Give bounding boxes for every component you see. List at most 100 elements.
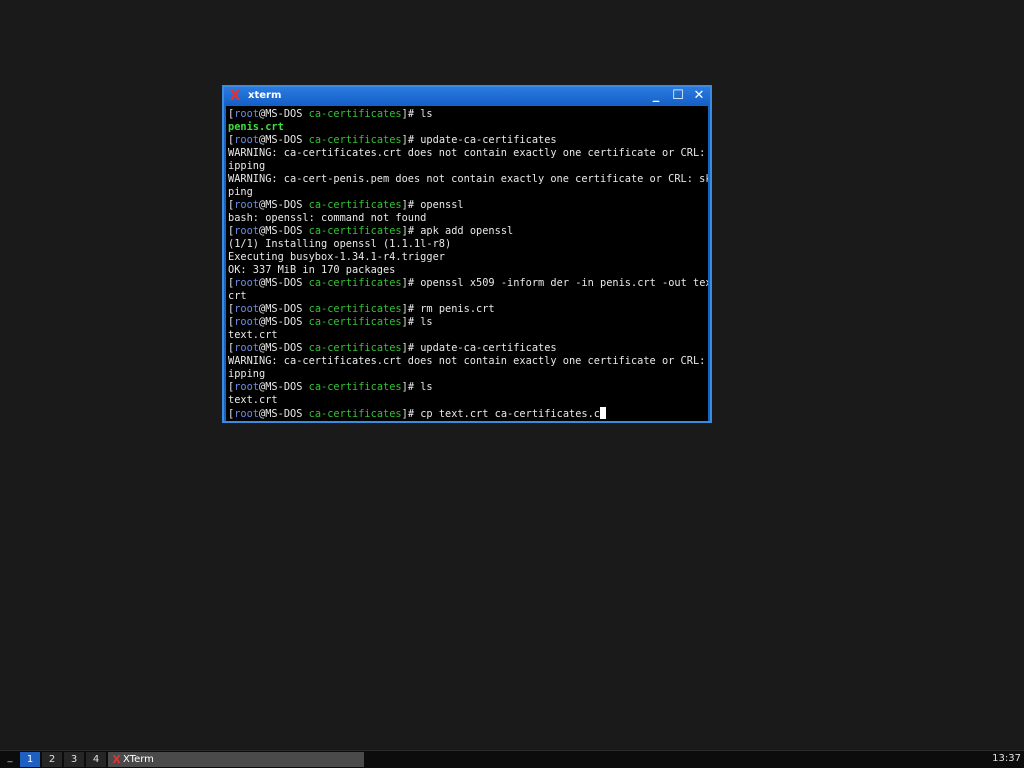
desktop-1-button[interactable]: 1 bbox=[20, 752, 40, 767]
task-label: XTerm bbox=[123, 754, 154, 765]
taskbar-task-xterm[interactable]: X XTerm bbox=[108, 752, 364, 767]
prompt-dir: ca-certificates bbox=[308, 342, 402, 354]
terminal-output-line: WARNING: ca-certificates.crt does not co… bbox=[228, 147, 708, 160]
prompt-symbol: ]# bbox=[401, 381, 415, 393]
desktop-3-button[interactable]: 3 bbox=[64, 752, 84, 767]
prompt-host: MS-DOS bbox=[265, 108, 303, 120]
prompt-command: cp text.crt ca-certificates.c bbox=[414, 408, 601, 420]
terminal-area[interactable]: [root@MS-DOS ca-certificates]# ls penis.c… bbox=[226, 106, 708, 421]
xterm-window[interactable]: X xterm _ ☐ ✕ [root@MS-DOS ca-certificat… bbox=[222, 85, 712, 423]
prompt-symbol: ]# bbox=[401, 199, 415, 211]
prompt-symbol: ]# bbox=[401, 108, 415, 120]
prompt-symbol: ]# bbox=[401, 303, 415, 315]
output-text: WARNING: ca-cert-penis.pem does not cont… bbox=[228, 173, 708, 185]
prompt-user: root bbox=[234, 277, 260, 289]
prompt-command: openssl x509 -inform der -in penis.crt -… bbox=[414, 277, 708, 289]
prompt-symbol: ]# bbox=[401, 342, 415, 354]
clock: 13:37 bbox=[992, 753, 1021, 764]
prompt-symbol: ]# bbox=[401, 134, 415, 146]
xterm-task-icon: X bbox=[112, 753, 121, 766]
terminal-prompt-line: [root@MS-DOS ca-certificates]# update-ca… bbox=[228, 342, 708, 355]
taskbar: _ 1 2 3 4 X XTerm 13:37 bbox=[0, 750, 1024, 768]
prompt-dir: ca-certificates bbox=[308, 381, 402, 393]
terminal-output-line: penis.crt bbox=[228, 121, 708, 134]
prompt-user: root bbox=[234, 303, 260, 315]
prompt-host: MS-DOS bbox=[265, 199, 303, 211]
terminal-prompt-line: [root@MS-DOS ca-certificates]# openssl bbox=[228, 199, 708, 212]
terminal-output-line: ping bbox=[228, 186, 708, 199]
prompt-dir: ca-certificates bbox=[308, 134, 402, 146]
output-text: WARNING: ca-certificates.crt does not co… bbox=[228, 355, 708, 367]
terminal-prompt-line: [root@MS-DOS ca-certificates]# ls bbox=[228, 316, 708, 329]
output-text: ipping bbox=[228, 160, 266, 172]
minimize-button[interactable]: _ bbox=[648, 88, 664, 104]
close-button[interactable]: ✕ bbox=[691, 88, 707, 104]
output-text: (1/1) Installing openssl (1.1.1l-r8) bbox=[228, 238, 452, 250]
output-text: ping bbox=[228, 186, 253, 198]
prompt-user: root bbox=[234, 134, 260, 146]
prompt-host: MS-DOS bbox=[265, 342, 303, 354]
terminal-output-line: text.crt bbox=[228, 394, 708, 407]
terminal-output-line: text.crt bbox=[228, 329, 708, 342]
prompt-dir: ca-certificates bbox=[308, 408, 402, 420]
output-text: text.crt bbox=[228, 394, 278, 406]
terminal-prompt-line: [root@MS-DOS ca-certificates]# openssl x… bbox=[228, 277, 708, 290]
output-text: crt bbox=[228, 290, 247, 302]
desktop-2-button[interactable]: 2 bbox=[42, 752, 62, 767]
prompt-command: rm penis.crt bbox=[414, 303, 495, 315]
desktop-4-button[interactable]: 4 bbox=[86, 752, 106, 767]
terminal-output-line: WARNING: ca-cert-penis.pem does not cont… bbox=[228, 173, 708, 186]
prompt-user: root bbox=[234, 199, 260, 211]
prompt-command: ls bbox=[414, 108, 433, 120]
output-text: ipping bbox=[228, 368, 266, 380]
maximize-button[interactable]: ☐ bbox=[670, 88, 686, 104]
terminal-prompt-line: [root@MS-DOS ca-certificates]# cp text.c… bbox=[228, 407, 708, 420]
output-text: OK: 337 MiB in 170 packages bbox=[228, 264, 396, 276]
terminal-output-line: ipping bbox=[228, 160, 708, 173]
terminal-output-line: OK: 337 MiB in 170 packages bbox=[228, 264, 708, 277]
prompt-dir: ca-certificates bbox=[308, 277, 402, 289]
window-title: xterm bbox=[248, 90, 282, 101]
terminal-output-line: WARNING: ca-certificates.crt does not co… bbox=[228, 355, 708, 368]
output-text: bash: openssl: command not found bbox=[228, 212, 427, 224]
terminal-output: [root@MS-DOS ca-certificates]# ls penis.c… bbox=[228, 108, 708, 420]
prompt-user: root bbox=[234, 108, 260, 120]
output-text: penis.crt bbox=[228, 121, 284, 133]
prompt-host: MS-DOS bbox=[265, 316, 303, 328]
terminal-output-line: ipping bbox=[228, 368, 708, 381]
show-desktop-button[interactable]: _ bbox=[4, 751, 16, 767]
prompt-host: MS-DOS bbox=[265, 408, 303, 420]
terminal-prompt-line: [root@MS-DOS ca-certificates]# apk add o… bbox=[228, 225, 708, 238]
prompt-command: openssl bbox=[414, 199, 464, 211]
prompt-dir: ca-certificates bbox=[308, 316, 402, 328]
prompt-command: update-ca-certificates bbox=[414, 134, 557, 146]
prompt-host: MS-DOS bbox=[265, 134, 303, 146]
prompt-host: MS-DOS bbox=[265, 303, 303, 315]
prompt-command: ls bbox=[414, 316, 433, 328]
terminal-output-line: (1/1) Installing openssl (1.1.1l-r8) bbox=[228, 238, 708, 251]
output-text: WARNING: ca-certificates.crt does not co… bbox=[228, 147, 708, 159]
prompt-symbol: ]# bbox=[401, 277, 415, 289]
prompt-host: MS-DOS bbox=[265, 225, 303, 237]
prompt-dir: ca-certificates bbox=[308, 108, 402, 120]
prompt-command: update-ca-certificates bbox=[414, 342, 557, 354]
terminal-output-line: crt bbox=[228, 290, 708, 303]
terminal-output-line: Executing busybox-1.34.1-r4.trigger bbox=[228, 251, 708, 264]
output-text: text.crt bbox=[228, 329, 278, 341]
prompt-command: apk add openssl bbox=[414, 225, 514, 237]
prompt-user: root bbox=[234, 342, 260, 354]
prompt-symbol: ]# bbox=[401, 225, 415, 237]
prompt-host: MS-DOS bbox=[265, 381, 303, 393]
terminal-prompt-line: [root@MS-DOS ca-certificates]# ls bbox=[228, 108, 708, 121]
terminal-prompt-line: [root@MS-DOS ca-certificates]# ls bbox=[228, 381, 708, 394]
xterm-logo-icon: X bbox=[229, 88, 241, 104]
prompt-dir: ca-certificates bbox=[308, 225, 402, 237]
prompt-user: root bbox=[234, 316, 260, 328]
prompt-host: MS-DOS bbox=[265, 277, 303, 289]
window-titlebar[interactable]: X xterm _ ☐ ✕ bbox=[224, 87, 710, 105]
prompt-user: root bbox=[234, 408, 260, 420]
terminal-prompt-line: [root@MS-DOS ca-certificates]# update-ca… bbox=[228, 134, 708, 147]
prompt-symbol: ]# bbox=[401, 408, 415, 420]
terminal-output-line: bash: openssl: command not found bbox=[228, 212, 708, 225]
prompt-symbol: ]# bbox=[401, 316, 415, 328]
